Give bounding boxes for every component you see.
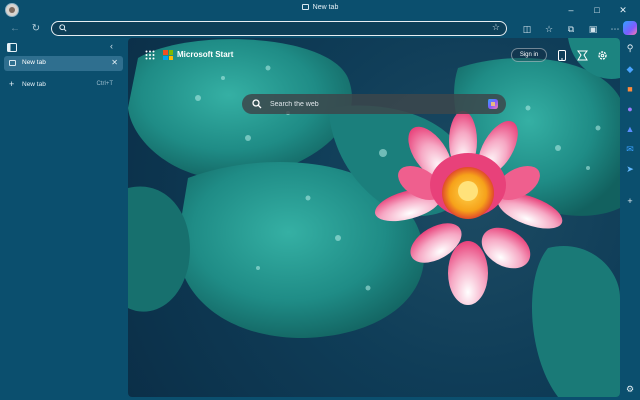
tab-actions-icon[interactable] — [7, 43, 17, 52]
sidebar-games-icon[interactable]: ● — [625, 104, 635, 114]
window-controls: – □ ✕ — [558, 2, 636, 18]
window-title: New tab — [0, 4, 640, 11]
rewards-icon[interactable] — [572, 48, 592, 62]
web-search-input[interactable] — [270, 98, 470, 110]
add-favorite-icon[interactable]: ☆ — [492, 22, 500, 33]
tab-close-icon[interactable]: ✕ — [111, 58, 118, 67]
brand-title[interactable]: Microsoft Start — [177, 50, 233, 59]
sidebar-m365-icon[interactable]: ▲ — [625, 124, 635, 134]
tab-icon — [301, 4, 309, 10]
address-input[interactable] — [72, 23, 472, 34]
tab-new-tab[interactable]: New tab ✕ — [4, 56, 123, 71]
favorites-icon[interactable]: ☆ — [538, 22, 560, 36]
new-tab-label: New tab — [22, 81, 46, 88]
maximize-button[interactable]: □ — [584, 2, 610, 18]
app-launcher-icon[interactable] — [145, 50, 155, 60]
title-bar: New tab – □ ✕ — [0, 0, 640, 20]
split-screen-icon[interactable]: ◫ — [516, 22, 538, 36]
collapse-sidebar-icon[interactable]: ‹ — [110, 41, 113, 51]
minimize-button[interactable]: – — [558, 2, 584, 18]
microsoft-start-header: Microsoft Start Sign in — [128, 38, 620, 74]
settings-gear-icon[interactable] — [592, 48, 612, 62]
refresh-button[interactable]: ↻ — [29, 22, 43, 36]
new-tab-button[interactable]: + New tab Ctrl+T — [4, 78, 123, 92]
search-icon — [59, 24, 67, 32]
window-title-text: New tab — [312, 4, 339, 11]
sidebar-tools-icon[interactable]: ■ — [625, 84, 635, 94]
background-lotus-image — [128, 38, 620, 397]
back-button[interactable]: ← — [8, 22, 22, 36]
phone-icon[interactable] — [552, 48, 572, 62]
browser-toolbar: ← ↻ ☆ ◫ ☆ ⧉ ▣ ⋯ — [0, 20, 640, 38]
copilot-icon[interactable] — [623, 21, 637, 35]
edge-sidebar: ⚲ ◆ ■ ● ▲ ✉ ➤ + ⚙ — [620, 38, 640, 400]
sidebar-drop-icon[interactable]: ➤ — [625, 164, 635, 174]
sidebar-settings-icon[interactable]: ⚙ — [625, 384, 635, 394]
new-tab-shortcut: Ctrl+T — [96, 81, 114, 87]
sidebar-outlook-icon[interactable]: ✉ — [625, 144, 635, 154]
tab-label: New tab — [22, 59, 46, 66]
search-icon — [252, 99, 262, 109]
vertical-tabs-sidebar: ‹ New tab ✕ + New tab Ctrl+T — [0, 38, 128, 400]
page-header-icons — [552, 48, 612, 62]
tab-page-icon — [9, 60, 16, 66]
plus-icon: + — [9, 79, 15, 89]
sign-in-button[interactable]: Sign in — [511, 48, 547, 62]
toolbar-icons: ◫ ☆ ⧉ ▣ ⋯ — [516, 22, 626, 36]
sidebar-add-icon[interactable]: + — [625, 196, 635, 206]
copilot-search-icon[interactable] — [486, 97, 500, 111]
extensions-icon[interactable]: ▣ — [582, 22, 604, 36]
sidebar-shopping-icon[interactable]: ◆ — [625, 64, 635, 74]
collections-icon[interactable]: ⧉ — [560, 22, 582, 36]
close-button[interactable]: ✕ — [610, 2, 636, 18]
sidebar-search-icon[interactable]: ⚲ — [625, 43, 635, 53]
web-search-box[interactable] — [242, 94, 506, 114]
microsoft-logo-icon — [163, 50, 173, 60]
new-tab-page: Microsoft Start Sign in — [128, 38, 620, 397]
address-bar[interactable]: ☆ — [51, 21, 507, 36]
